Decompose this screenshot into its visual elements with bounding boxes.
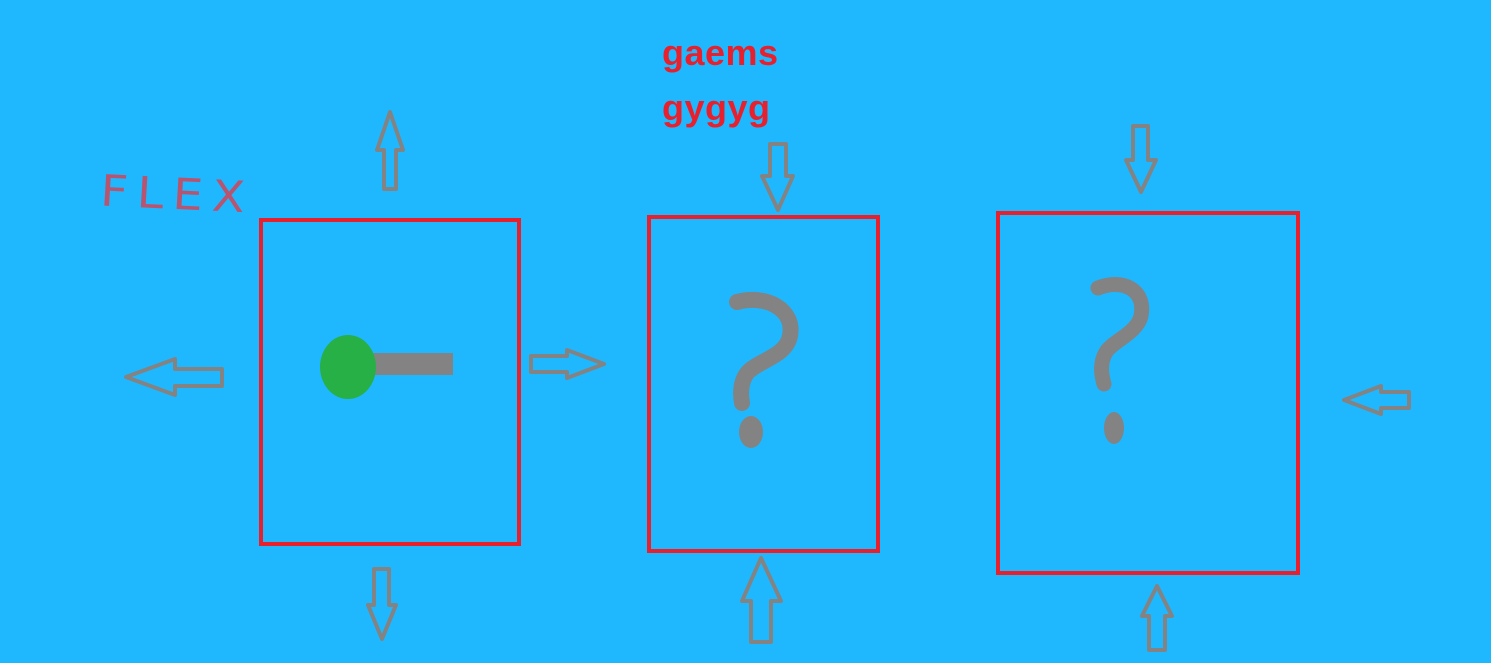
arrow-left-icon <box>1342 384 1411 416</box>
diagram-shapes <box>124 110 1411 652</box>
diagram-canvas: gaems gygyg FLEX <box>0 0 1491 663</box>
question-mark-icon <box>1090 277 1150 444</box>
player-bar <box>366 353 453 375</box>
arrow-right-icon <box>529 348 606 380</box>
arrow-up-icon <box>1140 584 1174 652</box>
arrow-down-icon <box>1124 124 1158 194</box>
arrow-up-icon <box>375 110 405 191</box>
arrow-down-icon <box>760 142 795 212</box>
arrow-up-icon <box>740 556 783 644</box>
player-icon <box>320 335 453 399</box>
arrow-left-icon <box>124 357 224 397</box>
player-ball <box>320 335 376 399</box>
arrow-down-icon <box>366 567 398 641</box>
question-mark-icon <box>729 291 799 448</box>
